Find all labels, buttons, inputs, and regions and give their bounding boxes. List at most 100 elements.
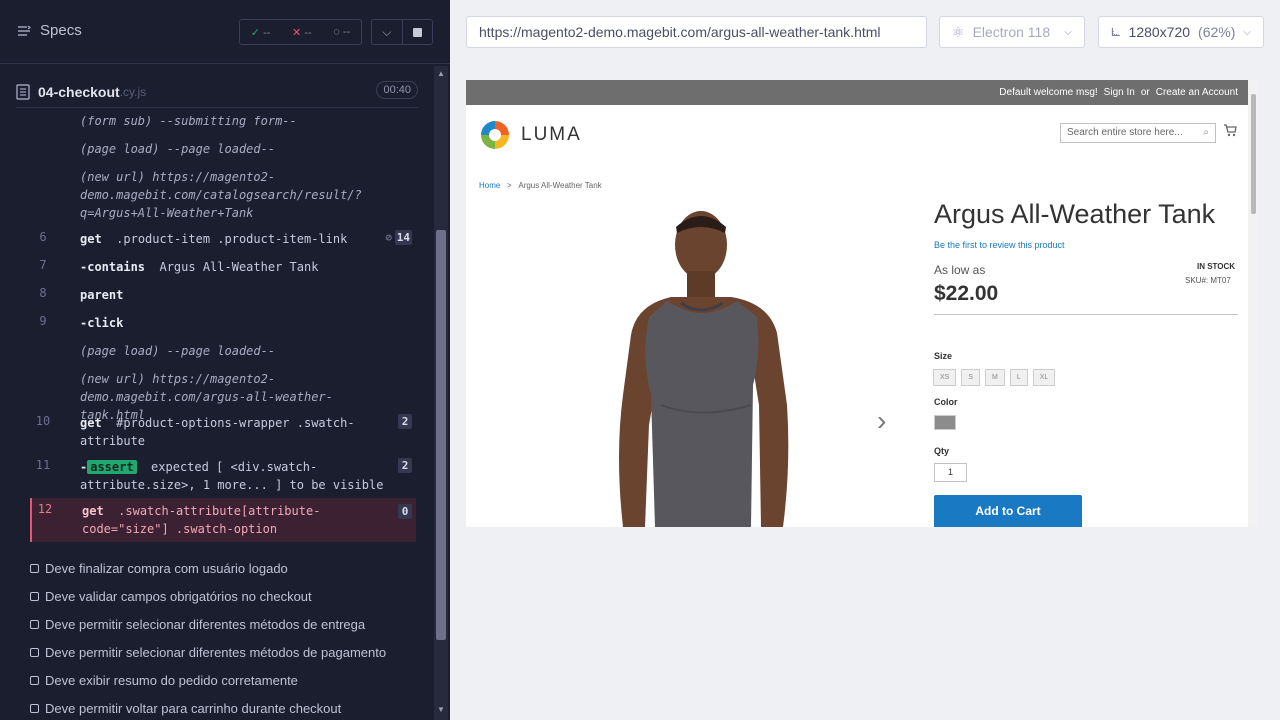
command-arg: Argus All-Weather Tank xyxy=(159,260,319,274)
add-to-cart-button[interactable]: Add to Cart xyxy=(934,495,1082,527)
product-price: $22.00 xyxy=(934,282,999,305)
gallery-next-icon[interactable]: › xyxy=(877,405,886,437)
command-row[interactable]: (page load) --page loaded-- xyxy=(30,342,416,360)
scrollbar-thumb[interactable] xyxy=(436,230,446,640)
command-text: (form sub) --submitting form-- xyxy=(80,116,297,128)
test-stats: ✓ -- ✕ -- ◌ -- xyxy=(239,19,362,45)
reporter-scrollbar[interactable]: ▲ ▼ xyxy=(434,66,448,720)
test-item[interactable]: Deve finalizar compra com usuário logado xyxy=(30,558,420,578)
size-swatch-s[interactable]: S xyxy=(961,369,981,386)
divider xyxy=(934,314,1238,315)
size-swatches: XS S M L XL xyxy=(933,369,1056,386)
test-item[interactable]: Deve permitir voltar para carrinho duran… xyxy=(30,698,420,718)
specs-label: Specs xyxy=(40,22,82,39)
breadcrumb-home[interactable]: Home xyxy=(479,181,500,190)
logo-text: LUMA xyxy=(521,124,582,145)
chevron-down-button[interactable]: ⌵ xyxy=(372,20,403,44)
command-row[interactable]: 11 - assert expected [ <div.swatch-attrib… xyxy=(30,458,416,494)
command-row[interactable]: 10 get #product-options-wrapper .swatch-… xyxy=(30,414,416,450)
size-label: Size xyxy=(934,351,953,361)
size-swatch-m[interactable]: M xyxy=(985,369,1005,386)
test-title: Deve validar campos obrigatórios no chec… xyxy=(45,588,312,604)
element-count-badge: 14 xyxy=(394,230,412,245)
command-number: 7 xyxy=(39,258,47,272)
command-row[interactable]: 7 -contains Argus All-Weather Tank xyxy=(30,258,416,276)
browser-name: Electron 118 xyxy=(972,24,1051,40)
spec-file-header[interactable]: 04-checkout .cy.js 00:40 xyxy=(16,76,418,108)
command-row-failed[interactable]: 12 get .swatch-attribute[attribute-code=… xyxy=(30,498,416,542)
test-item[interactable]: Deve permitir selecionar diferentes méto… xyxy=(30,614,420,634)
url-bar[interactable]: https://magento2-demo.magebit.com/argus-… xyxy=(466,16,927,48)
command-number: 12 xyxy=(37,502,53,516)
create-account-link[interactable]: Create an Account xyxy=(1156,87,1238,98)
test-item[interactable]: Deve validar campos obrigatórios no chec… xyxy=(30,586,420,606)
ruler-icon xyxy=(1111,27,1120,36)
command-row[interactable]: (new url) https://magento2-demo.magebit.… xyxy=(30,168,416,220)
menu-icon xyxy=(18,24,32,36)
command-name: get xyxy=(80,232,102,246)
test-title: Deve finalizar compra com usuário logado xyxy=(45,560,288,576)
test-title: Deve permitir selecionar diferentes méto… xyxy=(45,644,387,660)
assert-tag: assert xyxy=(87,460,137,474)
test-item[interactable]: Deve permitir selecionar diferentes méto… xyxy=(30,642,420,662)
command-row[interactable]: (new url) https://magento2-demo.magebit.… xyxy=(30,370,416,422)
spec-filename: 04-checkout xyxy=(38,83,120,100)
welcome-message: Default welcome msg! xyxy=(999,87,1098,98)
command-row[interactable]: 6 get .product-item .product-item-link ⊘… xyxy=(30,230,416,248)
store-top-bar: Default welcome msg! Sign In or Create a… xyxy=(466,80,1248,105)
spec-extension: .cy.js xyxy=(119,84,147,99)
color-swatch-gray[interactable] xyxy=(934,415,956,430)
size-swatch-l[interactable]: L xyxy=(1009,369,1028,386)
store-search-input[interactable]: Search entire store here... ⌕ xyxy=(1060,123,1216,143)
command-number: 9 xyxy=(39,314,47,328)
command-row[interactable]: (page load) --page loaded-- xyxy=(30,140,416,158)
viewport-scale: (62%) xyxy=(1198,24,1236,40)
luma-logo-icon xyxy=(481,121,509,149)
store-logo[interactable]: LUMA xyxy=(479,119,582,151)
command-log-panel: Specs ✓ -- ✕ -- ◌ -- ⌵ 04-checkout .cy.js… xyxy=(0,0,450,720)
pending-test-icon xyxy=(30,647,39,657)
browser-selector[interactable]: ⚛ Electron 118 ⌵ xyxy=(939,16,1085,48)
element-count-badge: 2 xyxy=(398,458,412,473)
chevron-down-icon: ⌵ xyxy=(382,24,392,39)
check-icon: ✓ xyxy=(250,26,261,39)
test-item[interactable]: Deve exibir resumo do pedido corretament… xyxy=(30,670,420,690)
price-label: As low as xyxy=(934,263,986,277)
search-icon[interactable]: ⌕ xyxy=(1203,124,1209,142)
element-count-badge: 0 xyxy=(398,504,412,519)
review-link[interactable]: Be the first to review this product xyxy=(934,240,1065,250)
qty-label: Qty xyxy=(934,446,950,456)
run-controls: ⌵ xyxy=(371,19,433,45)
command-name: parent xyxy=(80,288,124,302)
size-swatch-xs[interactable]: XS xyxy=(933,369,957,386)
command-number: 11 xyxy=(35,458,51,472)
electron-icon: ⚛ xyxy=(952,23,965,40)
document-icon xyxy=(16,83,30,100)
viewport-selector[interactable]: 1280x720 (62%) ⌵ xyxy=(1098,16,1264,48)
color-label: Color xyxy=(934,397,958,407)
specs-toggle[interactable]: Specs xyxy=(16,22,82,39)
size-swatch-xl[interactable]: XL xyxy=(1032,369,1056,386)
breadcrumb-current: Argus All-Weather Tank xyxy=(518,181,602,190)
scroll-down-icon[interactable]: ▼ xyxy=(437,706,445,714)
command-list: (form sub) --submitting form-- (page loa… xyxy=(30,116,416,544)
aut-scrollbar[interactable] xyxy=(1248,80,1259,527)
viewport-size: 1280x720 xyxy=(1128,24,1191,40)
qty-input[interactable]: 1 xyxy=(934,463,967,482)
spinner-icon: ◌ xyxy=(333,26,340,38)
command-text: (page load) --page loaded-- xyxy=(80,142,276,156)
scroll-up-icon[interactable]: ▲ xyxy=(437,70,445,78)
command-row[interactable]: 8 parent xyxy=(30,286,416,304)
aut-scrollbar-thumb[interactable] xyxy=(1251,94,1256,214)
command-name: get xyxy=(80,416,102,430)
command-row[interactable]: (form sub) --submitting form-- xyxy=(30,116,416,130)
sign-in-link[interactable]: Sign In xyxy=(1104,87,1135,98)
command-name: -contains xyxy=(80,260,146,274)
pending-stat: ◌ -- xyxy=(333,26,351,38)
pending-test-icon xyxy=(30,703,39,713)
pending-test-icon xyxy=(30,563,39,573)
stop-button[interactable] xyxy=(403,20,433,44)
command-name: -click xyxy=(80,316,124,330)
command-row[interactable]: 9 -click xyxy=(30,314,416,332)
cart-icon[interactable] xyxy=(1223,124,1237,137)
